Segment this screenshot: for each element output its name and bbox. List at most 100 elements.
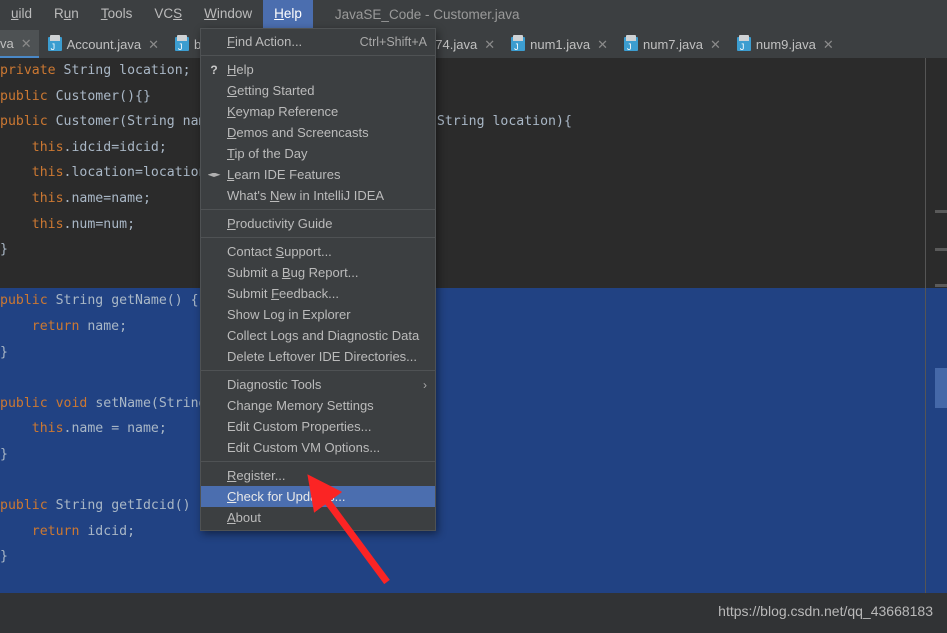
menu-build[interactable]: uild: [0, 0, 43, 28]
menu-item-submit-a-bug-report[interactable]: Submit a Bug Report...: [201, 262, 435, 283]
code-line[interactable]: [0, 467, 947, 494]
menu-run[interactable]: Run: [43, 0, 90, 28]
menu-item-check-for-updates[interactable]: Check for Updates...: [201, 486, 435, 507]
menu-bar: uild Run Tools VCS Window Help JavaSE_Co…: [0, 0, 947, 29]
menu-item-find-action[interactable]: Find Action... Ctrl+Shift+A: [201, 31, 435, 52]
menu-item-label: Edit Custom Properties...: [227, 419, 372, 434]
menu-tools[interactable]: Tools: [90, 0, 144, 28]
menu-help[interactable]: Help: [263, 0, 313, 28]
code-line[interactable]: private String location;: [0, 58, 947, 84]
menu-item-tip-of-the-day[interactable]: Tip of the Day: [201, 143, 435, 164]
code-line[interactable]: }: [0, 339, 947, 366]
code-line[interactable]: this.location=location;: [0, 160, 947, 186]
code-line[interactable]: return idcid;: [0, 518, 947, 545]
menu-item-delete-leftover-ide-directories[interactable]: Delete Leftover IDE Directories...: [201, 346, 435, 367]
java-file-icon: [736, 35, 751, 52]
menu-item-keymap-reference[interactable]: Keymap Reference: [201, 101, 435, 122]
graduation-cap-icon: [201, 168, 227, 182]
error-stripe-mark[interactable]: [935, 210, 947, 213]
question-mark-icon: ?: [210, 62, 218, 77]
code-line[interactable]: public String getIdcid() {: [0, 493, 947, 519]
code-line[interactable]: }: [0, 441, 947, 468]
menu-item-edit-custom-properties[interactable]: Edit Custom Properties...: [201, 416, 435, 437]
code-line[interactable]: this.idcid=idcid;: [0, 135, 947, 161]
code-line[interactable]: return name;: [0, 313, 947, 340]
help-dropdown-menu[interactable]: Find Action... Ctrl+Shift+A? Help Getting S…: [200, 28, 436, 531]
menu-item-label: Find Action...: [227, 34, 303, 49]
code-line[interactable]: this.name=name;: [0, 186, 947, 212]
tab-num7-java[interactable]: num7.java ✕: [615, 30, 728, 58]
menu-item-help[interactable]: ? Help: [201, 59, 435, 80]
code-line[interactable]: public Customer(){}: [0, 84, 947, 110]
menu-item-show-log-in-explorer[interactable]: Show Log in Explorer: [201, 304, 435, 325]
close-icon[interactable]: ✕: [21, 37, 32, 50]
menu-item-change-memory-settings[interactable]: Change Memory Settings: [201, 395, 435, 416]
code-line[interactable]: public String getName() {: [0, 288, 947, 314]
menu-item-learn-ide-features[interactable]: Learn IDE Features: [201, 164, 435, 185]
chevron-right-icon: ›: [423, 377, 427, 392]
close-icon[interactable]: ✕: [823, 38, 834, 51]
close-icon[interactable]: ✕: [484, 38, 495, 51]
menu-item-productivity-guide[interactable]: Productivity Guide: [201, 213, 435, 234]
java-file-icon: [47, 35, 62, 52]
menu-item-label: Register...: [227, 468, 286, 483]
menu-window[interactable]: Window: [193, 0, 263, 28]
code-line[interactable]: }: [0, 544, 947, 570]
menu-item-diagnostic-tools[interactable]: Diagnostic Tools ›: [201, 374, 435, 395]
menu-item-what-s-new-in-intellij-idea[interactable]: What's New in IntelliJ IDEA: [201, 185, 435, 206]
menu-item-demos-and-screencasts[interactable]: Demos and Screencasts: [201, 122, 435, 143]
code-text-area[interactable]: private String location; public Customer(…: [0, 58, 947, 633]
tab-label: num9.java: [755, 36, 816, 52]
tab-account-java[interactable]: Account.java ✕: [39, 30, 166, 58]
menu-item-label: Check for Updates...: [227, 489, 346, 504]
menu-item-label: Edit Custom VM Options...: [227, 440, 381, 455]
menu-item-label: Submit a Bug Report...: [227, 265, 359, 280]
menu-item-label: Delete Leftover IDE Directories...: [227, 349, 418, 364]
menu-item-getting-started[interactable]: Getting Started: [201, 80, 435, 101]
menu-item-register[interactable]: Register...: [201, 465, 435, 486]
code-line[interactable]: [0, 365, 947, 391]
close-icon[interactable]: ✕: [148, 38, 159, 51]
tab-num9-java[interactable]: num9.java ✕: [728, 30, 841, 58]
menu-separator: [201, 461, 435, 462]
menu-item-label: Learn IDE Features: [227, 167, 341, 182]
menu-item-label: Tip of the Day: [227, 146, 308, 161]
menu-separator: [201, 370, 435, 371]
error-stripe-mark[interactable]: [935, 248, 947, 251]
tab-label: Account.java: [66, 36, 142, 52]
error-stripe-mark[interactable]: [935, 284, 947, 287]
menu-item-about[interactable]: About: [201, 507, 435, 528]
code-line[interactable]: this.num=num;: [0, 212, 947, 238]
menu-item-label: Show Log in Explorer: [227, 307, 351, 322]
close-icon[interactable]: ✕: [597, 38, 608, 51]
code-line[interactable]: [0, 569, 947, 596]
close-icon[interactable]: ✕: [710, 38, 721, 51]
watermark-url: https://blog.csdn.net/qq_43668183: [718, 603, 933, 619]
menu-separator: [201, 209, 435, 210]
menu-item-shortcut: Ctrl+Shift+A: [359, 34, 427, 49]
menu-item-label: Diagnostic Tools: [227, 377, 322, 392]
tab-label: num7.java: [643, 36, 703, 52]
menu-item-edit-custom-vm-options[interactable]: Edit Custom VM Options...: [201, 437, 435, 458]
tab-va[interactable]: va ✕: [0, 30, 39, 58]
menu-item-label: What's New in IntelliJ IDEA: [227, 188, 385, 203]
tab-label: va: [0, 35, 14, 51]
menu-item-contact-support[interactable]: Contact Support...: [201, 241, 435, 262]
menu-vcs[interactable]: VCS: [143, 0, 193, 28]
code-line[interactable]: public Customer(String name, String idci…: [0, 109, 947, 135]
menu-item-submit-feedback[interactable]: Submit Feedback...: [201, 283, 435, 304]
menu-item-collect-logs-and-diagnostic-data[interactable]: Collect Logs and Diagnostic Data: [201, 325, 435, 346]
menu-item-label: Getting Started: [227, 83, 315, 98]
code-line[interactable]: public void setName(String name) {: [0, 390, 947, 417]
menu-item-label: Help: [227, 62, 254, 77]
java-file-icon: [624, 35, 638, 52]
code-line[interactable]: }: [0, 237, 947, 263]
code-line[interactable]: this.name = name;: [0, 416, 947, 442]
tab-label: num1.java: [530, 36, 591, 52]
menu-item-label: Submit Feedback...: [227, 286, 340, 301]
menu-item-label: Contact Support...: [227, 244, 332, 259]
code-editor[interactable]: private String location; public Customer(…: [0, 58, 947, 633]
code-line[interactable]: [0, 263, 947, 289]
editor-scrollbar-thumb[interactable]: [935, 368, 947, 408]
tab-num1-java[interactable]: num1.java ✕: [502, 30, 615, 58]
